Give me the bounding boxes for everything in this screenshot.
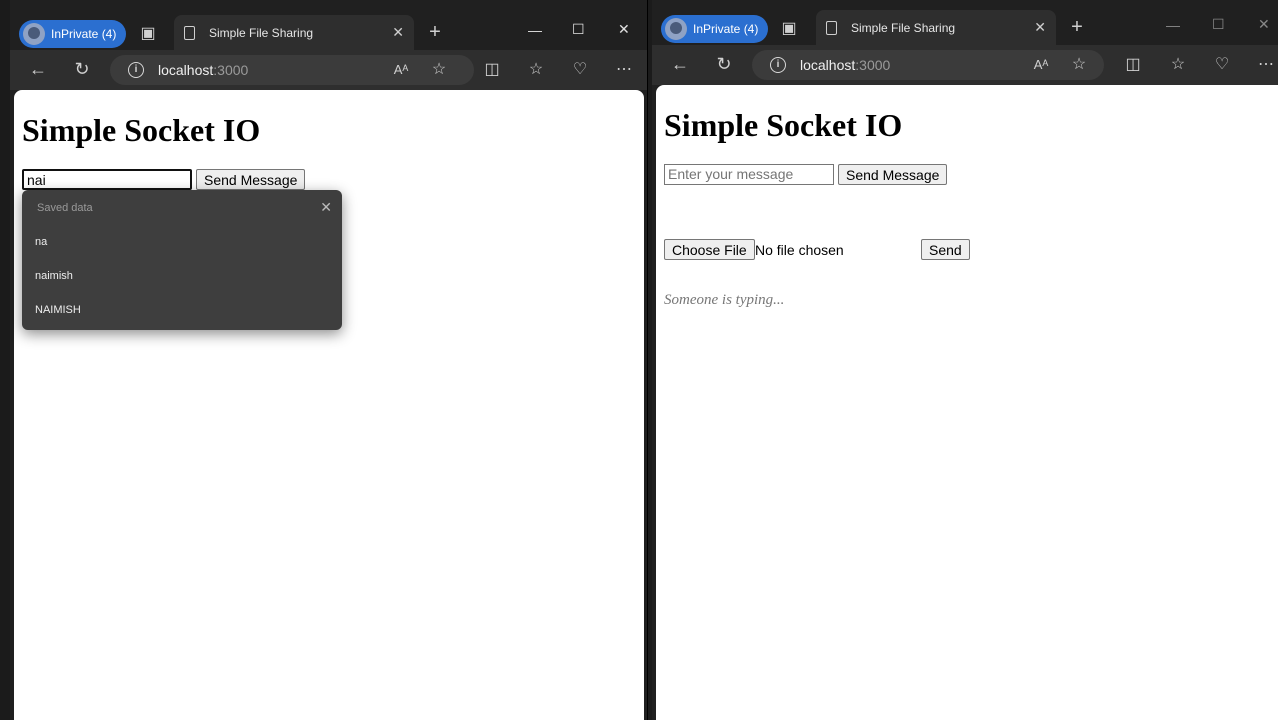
tab-simple-file-sharing[interactable]: Simple File Sharing ✕ (174, 15, 414, 51)
autocomplete-item[interactable]: naimish (35, 270, 73, 282)
site-info-icon[interactable]: i (770, 57, 786, 73)
page-title: Simple Socket IO (22, 112, 261, 148)
title-bar: InPrivate (4) ▣ Simple File Sharing ✕ + … (10, 0, 647, 51)
page-content: Simple Socket IO Enter your message Send… (656, 85, 1278, 720)
tab-title: Simple File Sharing (851, 21, 956, 35)
minimize-icon[interactable]: — (1166, 17, 1180, 33)
browser-window-right: InPrivate (4) ▣ Simple File Sharing ✕ + … (652, 0, 1278, 720)
maximize-icon[interactable]: ☐ (572, 21, 585, 38)
favorite-star-icon[interactable]: ☆ (430, 60, 448, 80)
favorite-star-icon[interactable]: ☆ (1070, 55, 1088, 75)
browser-window-left: InPrivate (4) ▣ Simple File Sharing ✕ + … (10, 0, 648, 720)
browser-essentials-icon[interactable]: ♡ (1212, 55, 1232, 75)
browser-essentials-icon[interactable]: ♡ (570, 60, 590, 80)
back-icon[interactable]: ← (28, 59, 48, 79)
favorites-icon[interactable]: ☆ (1168, 55, 1188, 75)
minimize-icon[interactable]: — (528, 22, 542, 38)
close-tab-icon[interactable]: ✕ (392, 24, 404, 41)
url-port: :3000 (855, 57, 891, 73)
message-input[interactable]: nai (22, 169, 192, 190)
tab-actions-icon[interactable]: ▣ (138, 24, 158, 44)
profile-label: InPrivate (4) (693, 22, 759, 36)
page-icon (826, 21, 837, 35)
refresh-icon[interactable]: ↻ (72, 59, 92, 79)
send-message-button[interactable]: Send Message (838, 164, 948, 185)
typing-indicator: Someone is typing... (664, 292, 785, 308)
more-menu-icon[interactable]: ⋯ (1256, 55, 1276, 75)
maximize-icon[interactable]: ☐ (1212, 16, 1225, 33)
nav-toolbar: ← ↻ i localhost:3000 Aᴬ ☆ ◫ ☆ ♡ ⋯ (10, 50, 647, 90)
split-screen-icon[interactable]: ◫ (1123, 55, 1143, 75)
avatar (23, 23, 45, 45)
address-bar[interactable]: i localhost:3000 Aᴬ ☆ (752, 50, 1104, 80)
send-message-button[interactable]: Send Message (196, 169, 306, 190)
profile-label: InPrivate (4) (51, 27, 117, 41)
close-icon[interactable]: ✕ (320, 199, 332, 216)
new-tab-icon[interactable]: + (425, 22, 445, 42)
message-input[interactable]: Enter your message (664, 164, 834, 185)
refresh-icon[interactable]: ↻ (714, 54, 734, 74)
url-port: :3000 (213, 62, 249, 78)
address-bar[interactable]: i localhost:3000 Aᴬ ☆ (110, 55, 474, 85)
tab-title: Simple File Sharing (209, 26, 314, 40)
tab-actions-icon[interactable]: ▣ (779, 19, 799, 39)
autocomplete-item[interactable]: NAIMISH (35, 304, 81, 316)
autocomplete-popup: Saved data ✕ na naimish NAIMISH (22, 190, 342, 330)
choose-file-button[interactable]: Choose File (664, 239, 755, 260)
page-title: Simple Socket IO (664, 107, 903, 143)
split-screen-icon[interactable]: ◫ (482, 60, 502, 80)
no-file-chosen-text: No file chosen (755, 242, 844, 258)
page-icon (184, 26, 195, 40)
tab-simple-file-sharing[interactable]: Simple File Sharing ✕ (816, 10, 1056, 46)
read-aloud-icon[interactable]: Aᴬ (392, 60, 410, 80)
site-info-icon[interactable]: i (128, 62, 144, 78)
title-bar: InPrivate (4) ▣ Simple File Sharing ✕ + … (652, 0, 1278, 50)
autocomplete-header: Saved data (37, 202, 93, 214)
send-file-button[interactable]: Send (921, 239, 970, 260)
url-host: localhost (800, 57, 856, 73)
avatar (665, 18, 687, 40)
favorites-icon[interactable]: ☆ (526, 60, 546, 80)
inprivate-profile-button[interactable]: InPrivate (4) (19, 20, 127, 48)
new-tab-icon[interactable]: + (1067, 17, 1087, 37)
close-tab-icon[interactable]: ✕ (1034, 19, 1046, 36)
inprivate-profile-button[interactable]: InPrivate (4) (661, 15, 769, 43)
page-content: Simple Socket IO nai Send Message (14, 90, 644, 720)
more-menu-icon[interactable]: ⋯ (614, 60, 634, 80)
close-window-icon[interactable]: ✕ (618, 21, 630, 38)
nav-toolbar: ← ↻ i localhost:3000 Aᴬ ☆ ◫ ☆ ♡ ⋯ (652, 45, 1278, 85)
close-window-icon[interactable]: ✕ (1258, 16, 1270, 33)
read-aloud-icon[interactable]: Aᴬ (1032, 55, 1050, 75)
back-icon[interactable]: ← (670, 54, 690, 74)
autocomplete-item[interactable]: na (35, 236, 47, 248)
url-host: localhost (158, 62, 214, 78)
